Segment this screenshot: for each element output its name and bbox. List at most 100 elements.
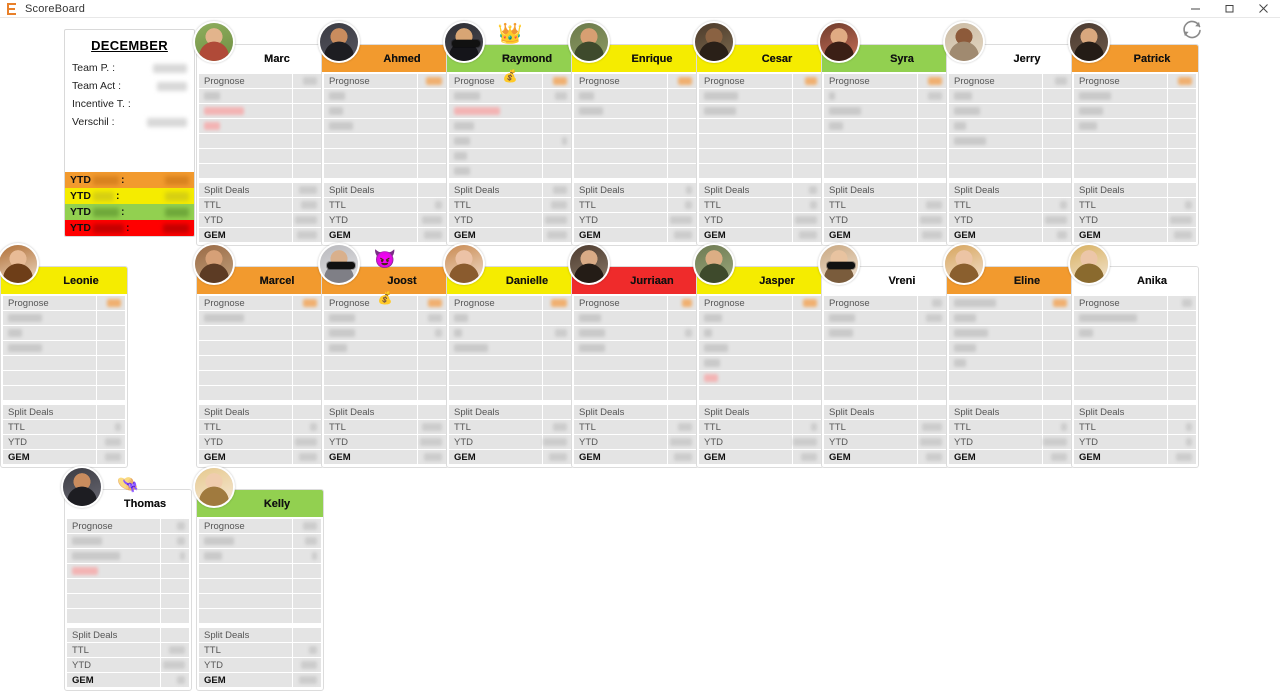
deal-row[interactable] [699, 356, 821, 370]
deal-row[interactable]: Prognose [1074, 296, 1196, 310]
person-card[interactable]: 😈 Joost 💰 Prognose Split Deals TTL YTD GEM [318, 243, 449, 468]
deal-row[interactable]: Split Deals [449, 405, 571, 419]
deal-row[interactable] [324, 149, 446, 163]
deal-row[interactable] [449, 386, 571, 400]
deal-row[interactable] [324, 326, 446, 340]
deal-row[interactable]: Prognose [3, 296, 125, 310]
deal-row[interactable] [1074, 104, 1196, 118]
deal-row[interactable] [199, 386, 321, 400]
deal-row[interactable] [199, 341, 321, 355]
deal-row[interactable] [67, 594, 189, 608]
deal-row[interactable]: TTL [67, 643, 189, 657]
deal-row[interactable] [699, 104, 821, 118]
deal-row[interactable] [199, 104, 321, 118]
deal-row[interactable] [699, 164, 821, 178]
deal-row[interactable] [3, 356, 125, 370]
deal-row[interactable]: Split Deals [574, 405, 696, 419]
deal-row[interactable]: GEM [199, 673, 321, 687]
deal-row[interactable]: Prognose [449, 296, 571, 310]
deal-row[interactable]: YTD [949, 435, 1071, 449]
deal-row[interactable] [199, 311, 321, 325]
deal-row[interactable] [824, 89, 946, 103]
deal-row[interactable]: YTD [199, 658, 321, 672]
deal-row[interactable]: TTL [199, 420, 321, 434]
deal-row[interactable] [199, 534, 321, 548]
deal-row[interactable] [699, 149, 821, 163]
deal-row[interactable]: Split Deals [449, 183, 571, 197]
person-card[interactable]: Marcel Prognose Split Deals TTL YTD GEM [193, 243, 324, 468]
deal-row[interactable]: TTL [949, 198, 1071, 212]
deal-row[interactable]: GEM [1074, 450, 1196, 464]
deal-row[interactable] [699, 89, 821, 103]
deal-row[interactable]: GEM [699, 450, 821, 464]
deal-row[interactable]: GEM [949, 228, 1071, 242]
deal-row[interactable] [574, 311, 696, 325]
deal-row[interactable]: Split Deals [824, 405, 946, 419]
deal-row[interactable] [949, 326, 1071, 340]
deal-row[interactable] [67, 609, 189, 623]
deal-row[interactable]: YTD [3, 435, 125, 449]
deal-row[interactable]: TTL [1074, 420, 1196, 434]
deal-row[interactable]: YTD [949, 213, 1071, 227]
deal-row[interactable] [824, 134, 946, 148]
deal-row[interactable] [1074, 386, 1196, 400]
deal-row[interactable] [574, 89, 696, 103]
deal-row[interactable]: GEM [699, 228, 821, 242]
deal-row[interactable] [199, 89, 321, 103]
deal-row[interactable] [574, 149, 696, 163]
deal-row[interactable]: Prognose [824, 74, 946, 88]
deal-row[interactable] [699, 371, 821, 385]
deal-row[interactable]: YTD [449, 213, 571, 227]
deal-row[interactable] [324, 119, 446, 133]
deal-row[interactable] [324, 356, 446, 370]
deal-row[interactable] [199, 119, 321, 133]
deal-row[interactable] [824, 386, 946, 400]
deal-row[interactable]: GEM [324, 228, 446, 242]
deal-row[interactable]: Prognose [199, 296, 321, 310]
minimize-button[interactable] [1178, 0, 1212, 18]
deal-row[interactable] [1074, 149, 1196, 163]
person-card[interactable]: Enrique Prognose Split Deals TTL YTD GEM [568, 21, 699, 246]
person-card[interactable]: Kelly Prognose Split Deals TTL YTD GEM [193, 466, 324, 691]
deal-row[interactable] [1074, 326, 1196, 340]
deal-row[interactable]: GEM [824, 450, 946, 464]
person-card[interactable]: Cesar Prognose Split Deals TTL YTD GEM [693, 21, 824, 246]
deal-row[interactable]: Split Deals [324, 183, 446, 197]
deal-row[interactable]: YTD [199, 435, 321, 449]
deal-row[interactable] [949, 89, 1071, 103]
deal-row[interactable] [324, 164, 446, 178]
deal-row[interactable]: TTL [324, 198, 446, 212]
deal-row[interactable]: Prognose [199, 74, 321, 88]
deal-row[interactable]: Prognose [824, 296, 946, 310]
deal-row[interactable] [949, 356, 1071, 370]
deal-row[interactable] [574, 386, 696, 400]
deal-row[interactable] [574, 119, 696, 133]
deal-row[interactable] [949, 164, 1071, 178]
person-card[interactable]: Anika Prognose Split Deals TTL YTD GEM [1068, 243, 1199, 468]
deal-row[interactable] [824, 104, 946, 118]
deal-row[interactable] [199, 371, 321, 385]
deal-row[interactable] [1074, 134, 1196, 148]
deal-row[interactable] [449, 341, 571, 355]
person-card[interactable]: 👒 Thomas Prognose Split Deals TTL YTD GEM [61, 466, 192, 691]
deal-row[interactable]: TTL [449, 420, 571, 434]
deal-row[interactable]: YTD [324, 435, 446, 449]
deal-row[interactable]: GEM [824, 228, 946, 242]
deal-row[interactable]: TTL [824, 198, 946, 212]
deal-row[interactable] [449, 356, 571, 370]
deal-row[interactable]: Split Deals [3, 405, 125, 419]
deal-row[interactable]: YTD [449, 435, 571, 449]
deal-row[interactable]: TTL [449, 198, 571, 212]
deal-row[interactable]: GEM [574, 450, 696, 464]
person-card[interactable]: Marc Prognose Split Deals TTL YTD GEM [193, 21, 324, 246]
deal-row[interactable]: Prognose [699, 296, 821, 310]
deal-row[interactable]: TTL [574, 420, 696, 434]
deal-row[interactable] [3, 311, 125, 325]
deal-row[interactable] [1074, 311, 1196, 325]
deal-row[interactable] [449, 326, 571, 340]
deal-row[interactable]: YTD [824, 213, 946, 227]
deal-row[interactable]: Split Deals [949, 405, 1071, 419]
deal-row[interactable] [949, 296, 1071, 310]
deal-row[interactable]: Prognose [1074, 74, 1196, 88]
deal-row[interactable]: YTD [1074, 213, 1196, 227]
